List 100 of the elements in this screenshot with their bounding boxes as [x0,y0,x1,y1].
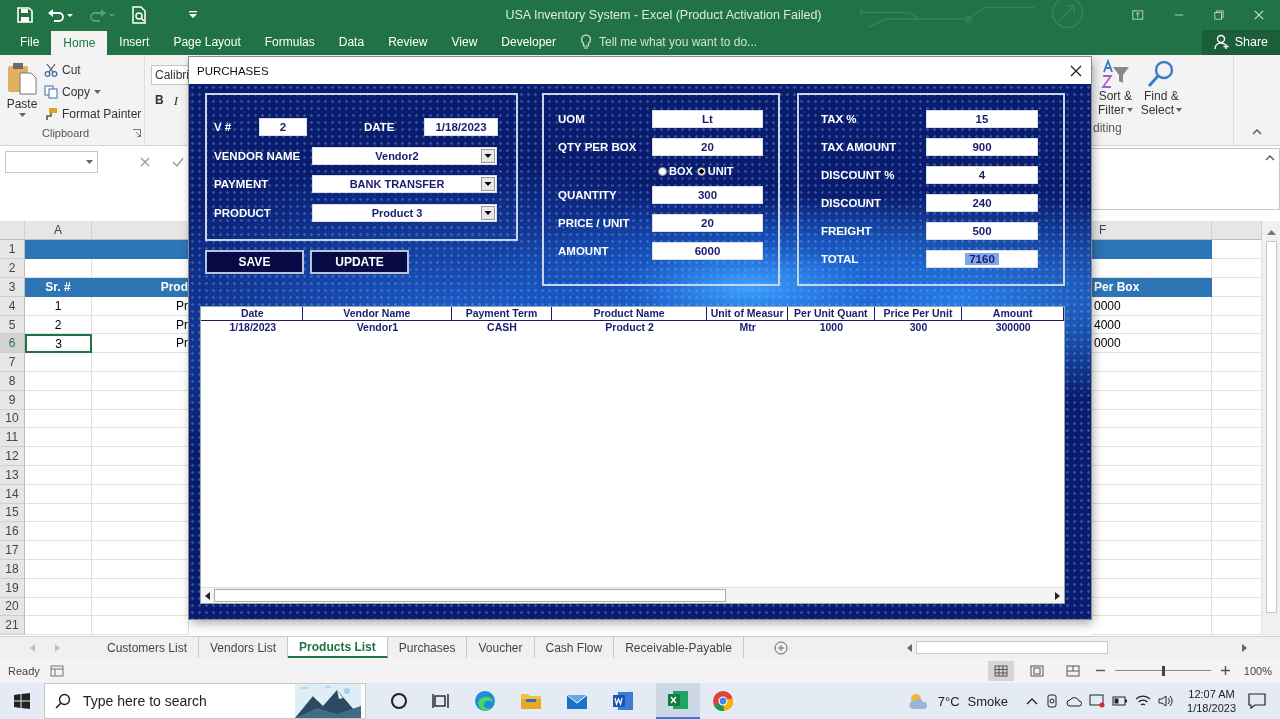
customize-caret-icon[interactable] [189,11,197,19]
page-icon[interactable] [1029,664,1044,677]
ribbon-tab[interactable]: File [8,30,52,55]
search-field[interactable]: Type here to search [81,692,285,710]
notification-icon[interactable] [1248,693,1266,709]
column-header[interactable]: Date [203,307,303,320]
ribbon-display-icon[interactable] [1132,9,1145,21]
restore-icon[interactable] [1214,9,1225,21]
ribbon-tab[interactable]: Review [376,30,440,55]
ribbon-tab[interactable]: Home [51,31,108,55]
ribbon-tab[interactable]: Page Layout [161,30,253,55]
windows-logo-icon[interactable] [14,693,30,709]
dropdown-field[interactable]: Vendor2 [312,146,497,165]
normal-view-button[interactable] [987,660,1014,681]
clipboard-icon[interactable] [6,60,38,95]
zoom-in-icon[interactable] [1220,666,1230,676]
collapse-ribbon-icon[interactable] [1252,128,1262,135]
monitor-icon[interactable] [1089,694,1106,708]
ribbon-tab[interactable]: Data [326,30,377,55]
paintbrush-icon[interactable] [44,106,58,121]
spreadsheet-app-icon[interactable] [667,689,689,711]
search-icon[interactable] [55,693,71,709]
share-button[interactable]: Share [1201,30,1280,55]
chevron-up-icon[interactable] [1026,697,1039,705]
add-sheet-icon[interactable] [773,640,788,655]
taskbar-search-bar[interactable]: Type here to search [44,683,366,719]
copy-button[interactable]: Copy [44,82,142,101]
caret-icon[interactable] [1176,107,1183,112]
scroll-up-icon[interactable] [1266,229,1276,236]
tell-me-field[interactable]: Tell me what you want to do... [580,30,801,55]
cortana-icon[interactable] [390,692,408,710]
word-app-icon[interactable] [612,690,634,712]
scissors-icon[interactable] [44,62,58,77]
row-number[interactable]: 17 [0,541,25,560]
row-number[interactable]: 11 [0,428,25,448]
column-header[interactable]: Amount [962,307,1064,320]
row-number[interactable]: 16 [0,522,25,542]
save-icon[interactable] [17,7,33,23]
text-field[interactable]: 900 [926,138,1038,156]
person-add-icon[interactable] [1213,34,1230,51]
dropdown-field[interactable]: BANK TRANSFER [312,175,497,193]
list-box[interactable]: Date Vendor Name Payment Term Product Name Unit of Measur Per Unit Quant Price Per Unit Amount 1/18/2023 Vendor1 CASH Product 2 Mtr 1000 300 300000 [200,306,1065,604]
text-field[interactable]: Lt [652,110,763,128]
text-field[interactable]: 20 [652,214,763,232]
speaker-icon[interactable] [1158,694,1175,708]
close-icon[interactable] [1070,64,1082,77]
copy-icon[interactable] [44,84,58,99]
column-header[interactable]: Price Per Unit [874,307,963,320]
caret-icon[interactable] [94,89,101,94]
format-painter-button[interactable]: Format Painter [44,104,142,123]
scroll-thumb[interactable] [214,589,726,602]
scroll-right-icon[interactable] [1055,591,1060,600]
dropdown-field[interactable]: Product 3 [312,203,497,222]
zoom-level[interactable]: 100% [1243,664,1272,677]
check-icon[interactable] [172,156,184,167]
scroll-left-icon[interactable] [205,591,210,600]
clock-time[interactable]: 12:07 AM [1188,687,1235,701]
print-preview-icon[interactable] [131,6,147,24]
column-header[interactable]: F [1091,221,1212,241]
cut-button[interactable]: Cut [44,60,142,79]
ribbon-tab[interactable]: Insert [107,30,162,55]
column-header[interactable]: Per Unit Quant [787,307,875,320]
ribbon-tab[interactable]: Developer [489,30,568,55]
row-number[interactable]: 21 [0,616,25,636]
wifi-icon[interactable] [1135,694,1152,708]
italic-button[interactable]: I [173,92,178,109]
caret-icon[interactable] [18,112,26,117]
radio-label[interactable]: BOX [669,165,693,177]
battery-icon[interactable] [1112,696,1129,706]
weather-text[interactable]: Smoke [967,693,1009,709]
radio-label[interactable]: UNIT [707,165,734,177]
text-field[interactable]: 300 [652,186,763,204]
macro-record-icon[interactable] [49,664,64,677]
text-field[interactable]: 6000 [652,242,763,260]
column-header[interactable]: Unit of Measur [707,307,788,320]
sheet-tab[interactable]: Products List [288,637,388,659]
excel-app-button[interactable] [656,683,700,719]
column-header[interactable]: A [25,221,92,241]
task-view-icon[interactable] [432,692,450,710]
clock-date[interactable]: 1/18/2023 [1187,701,1236,715]
undo-icon[interactable] [47,7,75,23]
radio-button[interactable] [696,166,706,176]
page-break-icon[interactable] [1065,664,1080,677]
text-field[interactable]: 7160 [926,250,1038,268]
voucher-number-field[interactable]: 2 [259,118,307,136]
column-header[interactable]: Product Name [551,307,708,320]
row-number[interactable]: 6 [0,334,25,354]
caret-icon[interactable] [86,159,93,164]
scroll-thumb[interactable] [915,641,1108,655]
horizontal-scrollbar[interactable] [201,587,1064,603]
mail-icon[interactable] [566,692,588,710]
form-button[interactable]: UPDATE [310,250,409,274]
text-field[interactable]: 15 [926,110,1038,128]
sort-filter-icon[interactable] [1100,58,1131,89]
row-number[interactable]: 1 [0,240,25,260]
lightbulb-icon[interactable] [580,34,592,51]
text-field[interactable]: 500 [926,222,1038,240]
text-field[interactable]: 240 [926,194,1038,212]
caret-icon[interactable] [1126,107,1133,112]
device-icon[interactable] [1045,694,1060,708]
